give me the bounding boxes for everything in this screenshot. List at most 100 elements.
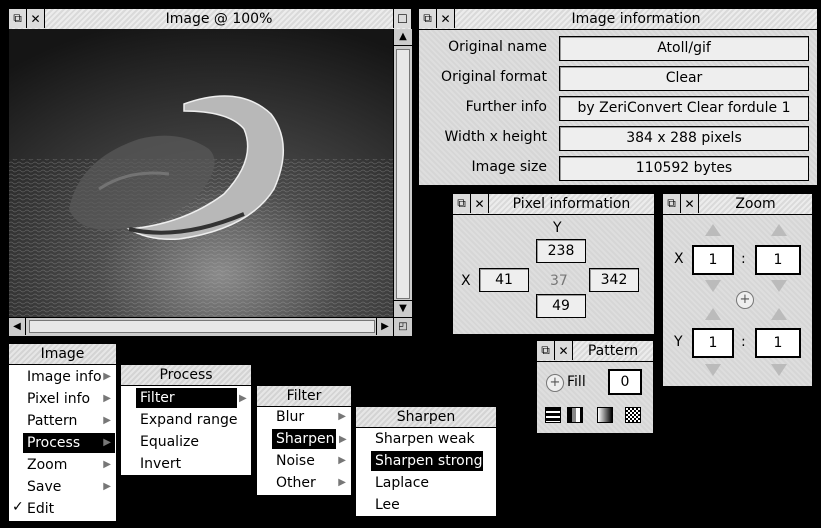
pixel-top-value: 238 [536, 239, 586, 263]
x-num-up-arrow-icon[interactable] [705, 224, 721, 236]
menu-item-label: Process [27, 435, 81, 451]
scroll-right-arrow-icon[interactable]: ▶ [376, 318, 393, 335]
lock-ratio-icon[interactable]: + [736, 291, 754, 309]
pixel-window-titlebar[interactable]: ⧉ ✕ Pixel information [453, 194, 654, 215]
y-den-down-arrow-icon[interactable] [771, 364, 787, 376]
horizontal-scrollbar[interactable]: ◀ ▶ [9, 317, 393, 336]
submenu-arrow-icon: ▶ [103, 393, 111, 404]
pattern-swatch-gradient-icon[interactable] [597, 407, 613, 423]
y-num-up-arrow-icon[interactable] [705, 308, 721, 320]
menu-item-label: Laplace [375, 475, 430, 491]
menu-item-process[interactable]: Process ▶ [23, 433, 115, 453]
submenu-arrow-icon: ▶ [103, 371, 111, 382]
resize-handle-icon[interactable]: ◰ [393, 317, 412, 336]
menu-item-equalize[interactable]: Equalize [136, 432, 250, 452]
image-window-titlebar[interactable]: ⧉ ✕ Image @ 100% ☐ [9, 9, 411, 30]
fill-label: Fill [567, 374, 586, 390]
scroll-up-arrow-icon[interactable]: ▲ [394, 29, 412, 46]
submenu-arrow-icon: ▶ [338, 477, 346, 488]
menu-item-invert[interactable]: Invert [136, 454, 250, 474]
pixel-left-value: 41 [479, 268, 529, 292]
y-num-down-arrow-icon[interactable] [705, 364, 721, 376]
close-icon[interactable]: ✕ [471, 194, 489, 213]
back-icon[interactable]: ⧉ [663, 194, 681, 213]
image-information-window: ⧉ ✕ Image information Original name Atol… [418, 8, 818, 186]
scroll-down-arrow-icon[interactable]: ▼ [394, 300, 412, 317]
back-icon[interactable]: ⧉ [453, 194, 471, 213]
info-value-original-format: Clear [559, 66, 809, 91]
menu-item-zoom[interactable]: Zoom ▶ [23, 455, 115, 475]
pattern-window-title: Pattern [587, 343, 639, 359]
menu-item-label: Equalize [140, 434, 199, 450]
menu-item-label: Sharpen [276, 431, 335, 447]
menu-item-label: Save [27, 479, 62, 495]
sharpen-menu: Sharpen Sharpen weak Sharpen strong Lapl… [355, 406, 497, 517]
atoll-image[interactable] [9, 29, 393, 317]
info-value-width-height: 384 x 288 pixels [559, 126, 809, 151]
x-num-down-arrow-icon[interactable] [705, 280, 721, 292]
menu-item-label: Other [276, 475, 316, 491]
menu-item-label: Filter [140, 390, 175, 406]
zoom-x-numerator-input[interactable]: 1 [692, 245, 734, 275]
pattern-window: ⧉ ✕ Pattern + Fill 0 [536, 340, 654, 434]
close-icon[interactable]: ✕ [681, 194, 699, 213]
back-icon[interactable]: ⧉ [419, 9, 437, 28]
x-den-up-arrow-icon[interactable] [771, 224, 787, 236]
menu-item-edit[interactable]: Edit [23, 499, 115, 519]
zoom-window-titlebar[interactable]: ⧉ ✕ Zoom [663, 194, 812, 215]
menu-item-sharpen-strong[interactable]: Sharpen strong [371, 451, 483, 471]
menu-item-lee[interactable]: Lee [371, 495, 493, 515]
x-den-down-arrow-icon[interactable] [771, 280, 787, 292]
close-icon[interactable]: ✕ [555, 341, 573, 360]
back-icon[interactable]: ⧉ [537, 341, 555, 360]
zoom-window-title: Zoom [735, 196, 776, 212]
horizontal-scroll-thumb[interactable] [29, 320, 375, 333]
pattern-swatch-horizontal-icon[interactable] [545, 407, 561, 423]
info-window-title: Image information [571, 11, 701, 27]
menu-item-laplace[interactable]: Laplace [371, 473, 493, 493]
menu-item-sharpen-weak[interactable]: Sharpen weak [371, 429, 493, 449]
info-label-original-name: Original name [448, 39, 547, 55]
fill-radio-icon[interactable]: + [546, 374, 564, 392]
menu-item-other[interactable]: Other ▶ [272, 473, 350, 493]
pattern-swatch-vertical-icon[interactable] [567, 407, 583, 423]
submenu-arrow-icon: ▶ [103, 481, 111, 492]
submenu-arrow-icon: ▶ [339, 434, 347, 445]
close-icon[interactable]: ✕ [437, 9, 455, 28]
zoom-y-label: Y [674, 334, 683, 350]
fill-value-input[interactable]: 0 [608, 369, 642, 395]
menu-item-blur[interactable]: Blur ▶ [272, 407, 350, 427]
back-icon[interactable]: ⧉ [9, 9, 27, 28]
submenu-arrow-icon: ▶ [239, 393, 247, 404]
vertical-scroll-thumb[interactable] [396, 49, 410, 299]
menu-item-filter[interactable]: Filter [136, 388, 237, 408]
pixel-center-value: 37 [550, 273, 568, 289]
pattern-swatch-noise-icon[interactable] [625, 407, 641, 423]
pixel-window-title: Pixel information [512, 196, 631, 212]
y-den-up-arrow-icon[interactable] [771, 308, 787, 320]
sharpen-menu-title: Sharpen [356, 407, 496, 428]
zoom-x-label: X [674, 251, 684, 267]
menu-item-pattern[interactable]: Pattern ▶ [23, 411, 115, 431]
zoom-y-denominator-input[interactable]: 1 [755, 328, 801, 358]
menu-item-noise[interactable]: Noise ▶ [272, 451, 350, 471]
menu-item-sharpen[interactable]: Sharpen [272, 429, 336, 449]
info-window-titlebar[interactable]: ⧉ ✕ Image information [419, 9, 817, 30]
menu-item-save[interactable]: Save ▶ [23, 477, 115, 497]
vertical-scrollbar[interactable]: ▲ ▼ [393, 29, 412, 317]
pixel-information-window: ⧉ ✕ Pixel information Y X 238 41 37 342 … [452, 193, 655, 335]
menu-item-image-info[interactable]: Image info ▶ [23, 367, 115, 387]
edit-check-icon: ✓ [12, 499, 24, 515]
submenu-arrow-icon: ▶ [103, 415, 111, 426]
pattern-window-titlebar[interactable]: ⧉ ✕ Pattern [537, 341, 653, 362]
scroll-left-arrow-icon[interactable]: ◀ [9, 318, 26, 335]
close-icon[interactable]: ✕ [27, 9, 45, 28]
menu-item-label: Sharpen weak [375, 431, 475, 447]
zoom-y-numerator-input[interactable]: 1 [692, 328, 734, 358]
menu-item-expand-range[interactable]: Expand range [136, 410, 250, 430]
menu-item-pixel-info[interactable]: Pixel info ▶ [23, 389, 115, 409]
process-menu: Process Filter ▶ Expand range Equalize I… [120, 364, 252, 476]
menu-item-label: Edit [27, 501, 55, 517]
zoom-x-denominator-input[interactable]: 1 [755, 245, 801, 275]
toggle-size-icon[interactable]: ☐ [393, 9, 411, 28]
